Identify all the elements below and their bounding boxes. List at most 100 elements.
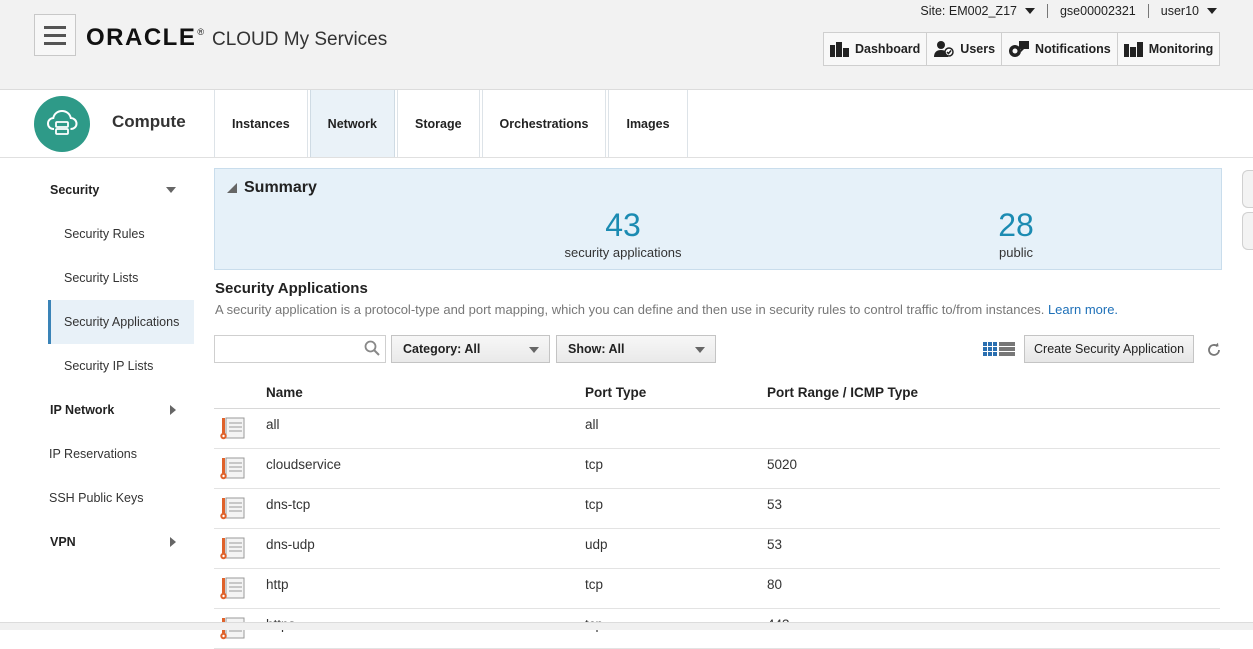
cell-port-range: 53 xyxy=(767,497,783,512)
cell-port-range: 80 xyxy=(767,577,783,592)
tab-images[interactable]: Images xyxy=(608,90,688,157)
cell-name[interactable]: cloudservice xyxy=(266,457,341,472)
cloud-server-glyph xyxy=(46,109,78,135)
service-tabs: Instances Network Storage Orchestrations… xyxy=(214,90,690,157)
security-applications-table: Name Port Type Port Range / ICMP Type al… xyxy=(214,378,1220,649)
cell-port-range: 5020 xyxy=(767,457,798,472)
page-description: A security application is a protocol-typ… xyxy=(215,302,1118,317)
chevron-down-icon xyxy=(1024,8,1035,14)
drawer-tab[interactable] xyxy=(1242,170,1253,208)
sidebar-item-label: Security IP Lists xyxy=(64,359,154,373)
chevron-down-icon xyxy=(529,347,539,353)
sidebar-item-ssh-public-keys[interactable]: SSH Public Keys xyxy=(48,476,194,520)
monitoring-label: Monitoring xyxy=(1148,42,1214,56)
grid-view-icon[interactable] xyxy=(983,342,997,356)
sidebar-item-label: Security xyxy=(50,183,100,197)
cell-name[interactable]: dns-udp xyxy=(266,537,315,552)
menu-line xyxy=(44,33,66,37)
table-row[interactable]: http tcp 80 xyxy=(214,569,1220,609)
learn-more-link[interactable]: Learn more. xyxy=(1048,302,1118,317)
chevron-down-icon xyxy=(166,187,176,193)
divider xyxy=(1046,4,1048,18)
show-filter-label: Show: All xyxy=(568,342,625,356)
table-header: Name Port Type Port Range / ICMP Type xyxy=(214,378,1220,409)
column-header-port-range[interactable]: Port Range / ICMP Type xyxy=(767,385,918,400)
security-application-icon xyxy=(220,577,245,600)
sidebar-item-vpn[interactable]: VPN xyxy=(48,520,194,564)
sidebar-item-security-lists[interactable]: Security Lists xyxy=(48,256,194,300)
show-filter[interactable]: Show: All xyxy=(556,335,716,363)
dashboard-icon xyxy=(830,42,849,57)
sidebar-item-ip-reservations[interactable]: IP Reservations xyxy=(48,432,194,476)
users-button[interactable]: Users xyxy=(927,33,1003,65)
service-bar: Compute Instances Network Storage Orches… xyxy=(0,90,1253,158)
monitoring-button[interactable]: Monitoring xyxy=(1118,33,1220,65)
users-icon xyxy=(934,41,955,57)
oracle-cloud-logo[interactable]: ORACLE ® CLOUD My Services xyxy=(86,24,387,52)
column-header-name[interactable]: Name xyxy=(266,385,303,400)
category-filter[interactable]: Category: All xyxy=(391,335,550,363)
menu-button[interactable] xyxy=(34,14,76,56)
refresh-icon[interactable] xyxy=(1206,342,1222,358)
view-toggle xyxy=(983,342,1015,356)
sidebar-item-security-applications[interactable]: Security Applications xyxy=(48,300,194,344)
tab-instances[interactable]: Instances xyxy=(214,90,308,157)
cell-name[interactable]: dns-tcp xyxy=(266,497,310,512)
monitoring-icon xyxy=(1123,42,1143,57)
summary-panel: Summary 43 security applications 28 publ… xyxy=(214,168,1222,270)
logo-registered: ® xyxy=(197,27,204,37)
sidebar-item-ip-network[interactable]: IP Network xyxy=(48,388,194,432)
search-input[interactable] xyxy=(214,335,386,363)
top-header: ORACLE ® CLOUD My Services Site: EM002_Z1… xyxy=(0,0,1253,90)
service-title: Compute xyxy=(112,112,186,131)
table-row[interactable]: dns-udp udp 53 xyxy=(214,529,1220,569)
cell-name[interactable]: http xyxy=(266,577,289,592)
table-row[interactable]: cloudservice tcp 5020 xyxy=(214,449,1220,489)
tab-storage[interactable]: Storage xyxy=(397,90,480,157)
chevron-right-icon xyxy=(170,537,176,547)
summary-toggle[interactable]: Summary xyxy=(227,179,317,197)
page-title: Security Applications xyxy=(215,280,368,297)
security-application-icon xyxy=(220,417,245,440)
metric-security-applications: 43 security applications xyxy=(563,207,683,260)
collapse-icon xyxy=(227,183,237,193)
drawer-tab[interactable] xyxy=(1242,212,1253,250)
header-nav: Dashboard Users Notifications Monitoring xyxy=(823,32,1221,66)
site-selector[interactable]: Site: EM002_Z17 xyxy=(920,4,1035,18)
divider xyxy=(1147,4,1149,18)
menu-line xyxy=(44,41,66,45)
table-row[interactable]: all all xyxy=(214,409,1220,449)
security-application-icon xyxy=(220,537,245,560)
notifications-button[interactable]: Notifications xyxy=(1002,33,1118,65)
tab-orchestrations[interactable]: Orchestrations xyxy=(481,90,607,157)
users-label: Users xyxy=(960,42,996,56)
table-row[interactable]: dns-tcp tcp 53 xyxy=(214,489,1220,529)
list-view-icon[interactable] xyxy=(999,342,1015,356)
tab-network[interactable]: Network xyxy=(309,90,395,157)
security-application-icon xyxy=(220,497,245,520)
chevron-down-icon xyxy=(1207,8,1217,14)
cell-name[interactable]: all xyxy=(266,417,280,432)
summary-title: Summary xyxy=(244,179,317,196)
column-header-port-type[interactable]: Port Type xyxy=(585,385,646,400)
metric-public: 28 public xyxy=(956,207,1076,260)
cell-port-range: 53 xyxy=(767,537,783,552)
cell-port-type: all xyxy=(585,417,599,432)
user-menu[interactable]: user10 xyxy=(1161,4,1217,18)
dashboard-button[interactable]: Dashboard xyxy=(824,33,928,65)
create-security-application-button[interactable]: Create Security Application xyxy=(1024,335,1195,363)
sidebar-item-security-rules[interactable]: Security Rules xyxy=(48,212,194,256)
sidebar-item-label: Security Lists xyxy=(64,271,139,285)
logo-oracle: ORACLE xyxy=(86,24,197,51)
metric-value: 28 xyxy=(998,207,1034,243)
cell-port-type: udp xyxy=(585,537,608,552)
compute-cloud-icon xyxy=(34,96,90,152)
sidebar-item-label: IP Reservations xyxy=(49,447,138,461)
sidebar-item-security[interactable]: Security xyxy=(48,168,194,212)
search-icon[interactable] xyxy=(364,340,380,356)
side-drawer-tabs[interactable] xyxy=(1242,170,1253,254)
dashboard-label: Dashboard xyxy=(855,42,921,56)
sidebar-item-label: Security Rules xyxy=(64,227,145,241)
chevron-down-icon xyxy=(695,347,705,353)
sidebar-item-security-ip-lists[interactable]: Security IP Lists xyxy=(48,344,194,388)
